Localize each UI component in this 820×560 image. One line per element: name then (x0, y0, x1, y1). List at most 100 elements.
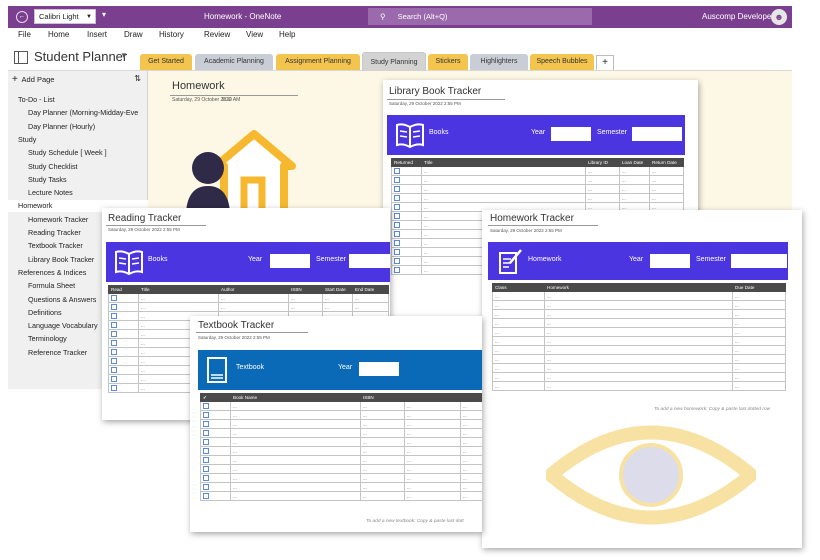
semester-input[interactable] (731, 254, 787, 268)
table-cell[interactable]: ... (404, 410, 461, 420)
checkbox[interactable] (111, 295, 117, 301)
row-checkbox-cell[interactable] (200, 464, 231, 474)
tab-get-started[interactable]: Get Started (140, 54, 192, 70)
panel-title[interactable]: Library Book Tracker (389, 86, 481, 97)
row-checkbox-cell[interactable] (200, 410, 231, 420)
add-section-button[interactable]: + (596, 55, 614, 70)
checkbox[interactable] (203, 412, 209, 418)
table-cell[interactable]: ... (544, 372, 733, 382)
row-checkbox-cell[interactable] (200, 473, 231, 483)
table-cell[interactable]: ... (492, 309, 545, 319)
table-cell[interactable]: ... (404, 491, 461, 501)
table-cell[interactable]: ... (492, 345, 545, 355)
quick-access-menu-icon[interactable]: ▾ (102, 10, 106, 19)
table-cell[interactable]: ... (360, 428, 405, 438)
notebook-name[interactable]: Student Planner (34, 49, 127, 64)
checkbox[interactable] (394, 204, 400, 210)
column-header[interactable] (460, 393, 482, 402)
table-cell[interactable]: ... (404, 401, 461, 411)
row-checkbox-cell[interactable] (391, 229, 422, 239)
tab-speech-bubbles[interactable]: Speech Bubbles (530, 54, 594, 70)
table-cell[interactable]: ... (460, 446, 482, 456)
sidebar-item-study-checklist[interactable]: Study Checklist (8, 161, 148, 173)
table-cell[interactable]: ... (649, 175, 684, 185)
checkbox[interactable] (111, 304, 117, 310)
table-cell[interactable]: ... (492, 291, 545, 301)
table-cell[interactable]: ... (732, 345, 786, 355)
table-cell[interactable]: ... (230, 455, 361, 465)
checkbox[interactable] (394, 195, 400, 201)
row-checkbox-cell[interactable] (108, 374, 139, 384)
table-cell[interactable]: ... (352, 293, 389, 303)
table-cell[interactable]: ... (732, 354, 786, 364)
tab-highlighters[interactable]: Highlighters (470, 54, 528, 70)
table-cell[interactable]: ... (404, 419, 461, 429)
checkbox[interactable] (111, 340, 117, 346)
column-header[interactable]: Return Date (649, 158, 684, 167)
table-cell[interactable]: ... (421, 184, 586, 194)
checkbox[interactable] (111, 367, 117, 373)
table-cell[interactable]: ... (649, 166, 684, 176)
menu-draw[interactable]: Draw (124, 30, 143, 39)
panel-title[interactable]: Reading Tracker (108, 213, 181, 224)
table-cell[interactable]: ... (732, 363, 786, 373)
table-cell[interactable]: ... (421, 175, 586, 185)
table-cell[interactable]: ... (230, 428, 361, 438)
checkbox[interactable] (203, 466, 209, 472)
table-cell[interactable]: ... (492, 318, 545, 328)
row-checkbox-cell[interactable] (108, 329, 139, 339)
checkbox[interactable] (111, 385, 117, 391)
table-cell[interactable]: ... (460, 401, 482, 411)
tab-stickers[interactable]: Stickers (428, 54, 468, 70)
table-cell[interactable]: ... (732, 336, 786, 346)
table-cell[interactable]: ... (230, 446, 361, 456)
table-cell[interactable]: ... (460, 482, 482, 492)
row-checkbox-cell[interactable] (108, 347, 139, 357)
avatar[interactable]: ☻ (771, 9, 787, 25)
table-cell[interactable]: ... (619, 184, 650, 194)
row-checkbox-cell[interactable] (108, 356, 139, 366)
checkbox[interactable] (203, 430, 209, 436)
notebook-icon[interactable] (14, 51, 28, 64)
font-name-box[interactable]: Calibri Light ▼ (34, 9, 96, 24)
table-cell[interactable]: ... (421, 193, 586, 203)
semester-input[interactable] (632, 127, 682, 141)
row-checkbox-cell[interactable] (200, 419, 231, 429)
table-cell[interactable]: ... (732, 381, 786, 391)
checkbox[interactable] (111, 313, 117, 319)
column-header[interactable]: Read (108, 285, 139, 294)
row-checkbox-cell[interactable] (391, 193, 422, 203)
table-cell[interactable]: ... (619, 193, 650, 203)
page-title[interactable]: Homework (172, 80, 225, 92)
row-checkbox-cell[interactable] (391, 247, 422, 257)
checkbox[interactable] (203, 421, 209, 427)
table-cell[interactable]: ... (544, 336, 733, 346)
table-cell[interactable]: ... (732, 327, 786, 337)
table-cell[interactable]: ... (649, 184, 684, 194)
table-cell[interactable]: ... (619, 166, 650, 176)
sidebar-item-to-do-list[interactable]: To-Do - List (8, 94, 148, 106)
back-icon[interactable]: ← (16, 11, 28, 23)
checkbox[interactable] (394, 258, 400, 264)
table-cell[interactable]: ... (460, 491, 482, 501)
table-cell[interactable]: ... (460, 437, 482, 447)
row-checkbox-cell[interactable] (108, 338, 139, 348)
table-cell[interactable]: ... (585, 166, 620, 176)
column-header[interactable] (404, 393, 461, 402)
checkbox[interactable] (203, 457, 209, 463)
row-checkbox-cell[interactable] (391, 202, 422, 212)
menu-view[interactable]: View (246, 30, 263, 39)
table-cell[interactable]: ... (360, 482, 405, 492)
table-cell[interactable]: ... (360, 446, 405, 456)
table-cell[interactable]: ... (585, 175, 620, 185)
checkbox[interactable] (111, 331, 117, 337)
table-cell[interactable]: ... (492, 300, 545, 310)
table-cell[interactable]: ... (404, 446, 461, 456)
checkbox[interactable] (394, 213, 400, 219)
row-checkbox-cell[interactable] (108, 302, 139, 312)
table-cell[interactable]: ... (230, 482, 361, 492)
table-cell[interactable]: ... (421, 166, 586, 176)
table-cell[interactable]: ... (492, 327, 545, 337)
checkbox[interactable] (394, 177, 400, 183)
checkbox[interactable] (394, 267, 400, 273)
